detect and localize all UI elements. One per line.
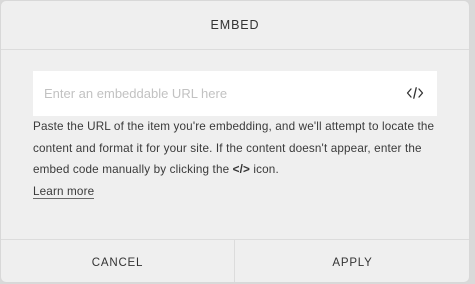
embed-description: Paste the URL of the item you're embeddi… xyxy=(33,116,443,203)
apply-button[interactable]: APPLY xyxy=(235,240,469,282)
description-text-end: icon. xyxy=(250,163,279,177)
description-code-glyph: </> xyxy=(232,163,251,177)
dialog-title: EMBED xyxy=(210,18,260,32)
cancel-button[interactable]: CANCEL xyxy=(1,240,235,282)
dialog-footer: CANCEL APPLY xyxy=(1,239,469,282)
embed-url-input[interactable] xyxy=(33,71,393,116)
code-brackets-icon-svg xyxy=(406,87,424,99)
code-brackets-icon[interactable] xyxy=(405,85,425,101)
embed-dialog: EMBED Paste the URL of the item you're e… xyxy=(0,0,470,283)
url-field-container xyxy=(33,71,437,116)
learn-more-link[interactable]: Learn more xyxy=(33,185,95,200)
dialog-header: EMBED xyxy=(1,1,469,50)
